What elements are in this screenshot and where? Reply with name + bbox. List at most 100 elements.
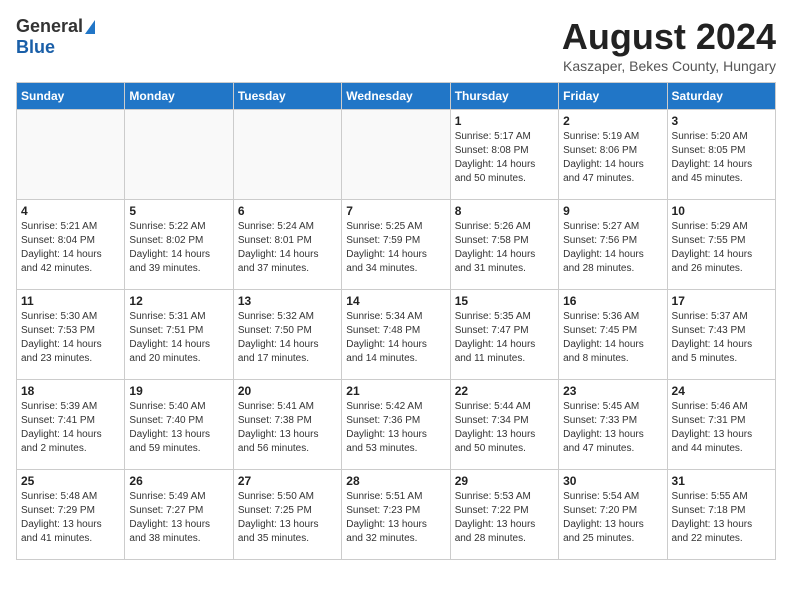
day-info: Sunrise: 5:40 AMSunset: 7:40 PMDaylight:…	[129, 400, 228, 456]
logo-triangle-icon	[85, 20, 95, 34]
column-header-monday: Monday	[125, 83, 233, 110]
logo-general: General	[16, 16, 83, 37]
calendar-cell: 24 Sunrise: 5:46 AMSunset: 7:31 PMDayligh…	[667, 380, 775, 470]
calendar-cell: 17 Sunrise: 5:37 AMSunset: 7:43 PMDayligh…	[667, 290, 775, 380]
day-number: 10	[672, 204, 771, 218]
day-info: Sunrise: 5:24 AMSunset: 8:01 PMDaylight:…	[238, 220, 337, 276]
day-info: Sunrise: 5:25 AMSunset: 7:59 PMDaylight:…	[346, 220, 445, 276]
day-info: Sunrise: 5:32 AMSunset: 7:50 PMDaylight:…	[238, 310, 337, 366]
calendar-cell: 3 Sunrise: 5:20 AMSunset: 8:05 PMDaylight…	[667, 110, 775, 200]
calendar-cell: 26 Sunrise: 5:49 AMSunset: 7:27 PMDayligh…	[125, 470, 233, 560]
day-number: 24	[672, 384, 771, 398]
calendar-cell	[233, 110, 341, 200]
calendar-cell: 15 Sunrise: 5:35 AMSunset: 7:47 PMDayligh…	[450, 290, 558, 380]
calendar-cell: 11 Sunrise: 5:30 AMSunset: 7:53 PMDayligh…	[17, 290, 125, 380]
day-info: Sunrise: 5:51 AMSunset: 7:23 PMDaylight:…	[346, 490, 445, 546]
month-title: August 2024	[562, 16, 776, 58]
day-info: Sunrise: 5:26 AMSunset: 7:58 PMDaylight:…	[455, 220, 554, 276]
day-info: Sunrise: 5:44 AMSunset: 7:34 PMDaylight:…	[455, 400, 554, 456]
calendar-week-1: 1 Sunrise: 5:17 AMSunset: 8:08 PMDaylight…	[17, 110, 776, 200]
day-number: 17	[672, 294, 771, 308]
calendar-cell: 18 Sunrise: 5:39 AMSunset: 7:41 PMDayligh…	[17, 380, 125, 470]
calendar-cell	[125, 110, 233, 200]
day-number: 15	[455, 294, 554, 308]
column-header-wednesday: Wednesday	[342, 83, 450, 110]
day-number: 3	[672, 114, 771, 128]
day-info: Sunrise: 5:30 AMSunset: 7:53 PMDaylight:…	[21, 310, 120, 366]
day-info: Sunrise: 5:46 AMSunset: 7:31 PMDaylight:…	[672, 400, 771, 456]
calendar-cell: 31 Sunrise: 5:55 AMSunset: 7:18 PMDayligh…	[667, 470, 775, 560]
calendar-cell: 28 Sunrise: 5:51 AMSunset: 7:23 PMDayligh…	[342, 470, 450, 560]
day-info: Sunrise: 5:35 AMSunset: 7:47 PMDaylight:…	[455, 310, 554, 366]
column-header-thursday: Thursday	[450, 83, 558, 110]
day-number: 16	[563, 294, 662, 308]
column-header-saturday: Saturday	[667, 83, 775, 110]
day-number: 23	[563, 384, 662, 398]
calendar-cell: 27 Sunrise: 5:50 AMSunset: 7:25 PMDayligh…	[233, 470, 341, 560]
day-info: Sunrise: 5:53 AMSunset: 7:22 PMDaylight:…	[455, 490, 554, 546]
day-number: 18	[21, 384, 120, 398]
day-info: Sunrise: 5:42 AMSunset: 7:36 PMDaylight:…	[346, 400, 445, 456]
calendar-cell: 20 Sunrise: 5:41 AMSunset: 7:38 PMDayligh…	[233, 380, 341, 470]
calendar-cell: 2Sunrise: 5:19 AMSunset: 8:06 PMDaylight…	[559, 110, 667, 200]
day-info: Sunrise: 5:45 AMSunset: 7:33 PMDaylight:…	[563, 400, 662, 456]
day-info: Sunrise: 5:48 AMSunset: 7:29 PMDaylight:…	[21, 490, 120, 546]
day-number: 13	[238, 294, 337, 308]
day-number: 12	[129, 294, 228, 308]
day-number: 9	[563, 204, 662, 218]
calendar-cell	[342, 110, 450, 200]
day-info: Sunrise: 5:34 AMSunset: 7:48 PMDaylight:…	[346, 310, 445, 366]
calendar-week-4: 18 Sunrise: 5:39 AMSunset: 7:41 PMDayligh…	[17, 380, 776, 470]
day-info: Sunrise: 5:41 AMSunset: 7:38 PMDaylight:…	[238, 400, 337, 456]
calendar-cell: 6Sunrise: 5:24 AMSunset: 8:01 PMDaylight…	[233, 200, 341, 290]
calendar-cell: 21 Sunrise: 5:42 AMSunset: 7:36 PMDayligh…	[342, 380, 450, 470]
day-number: 14	[346, 294, 445, 308]
calendar-week-2: 4 Sunrise: 5:21 AMSunset: 8:04 PMDaylight…	[17, 200, 776, 290]
day-number: 2	[563, 114, 662, 128]
column-header-sunday: Sunday	[17, 83, 125, 110]
column-header-friday: Friday	[559, 83, 667, 110]
day-number: 21	[346, 384, 445, 398]
calendar-cell	[17, 110, 125, 200]
calendar-cell: 1 Sunrise: 5:17 AMSunset: 8:08 PMDaylight…	[450, 110, 558, 200]
calendar-cell: 30Sunrise: 5:54 AMSunset: 7:20 PMDayligh…	[559, 470, 667, 560]
logo-blue: Blue	[16, 37, 55, 58]
day-number: 8	[455, 204, 554, 218]
day-info: Sunrise: 5:31 AMSunset: 7:51 PMDaylight:…	[129, 310, 228, 366]
day-info: Sunrise: 5:49 AMSunset: 7:27 PMDaylight:…	[129, 490, 228, 546]
day-info: Sunrise: 5:20 AMSunset: 8:05 PMDaylight:…	[672, 130, 771, 186]
calendar-week-3: 11 Sunrise: 5:30 AMSunset: 7:53 PMDayligh…	[17, 290, 776, 380]
page-header: General Blue August 2024 Kaszaper, Bekes…	[16, 16, 776, 74]
calendar-cell: 9Sunrise: 5:27 AMSunset: 7:56 PMDaylight…	[559, 200, 667, 290]
day-number: 31	[672, 474, 771, 488]
calendar-cell: 29Sunrise: 5:53 AMSunset: 7:22 PMDayligh…	[450, 470, 558, 560]
day-number: 28	[346, 474, 445, 488]
day-info: Sunrise: 5:39 AMSunset: 7:41 PMDaylight:…	[21, 400, 120, 456]
day-info: Sunrise: 5:21 AMSunset: 8:04 PMDaylight:…	[21, 220, 120, 276]
title-area: August 2024 Kaszaper, Bekes County, Hung…	[562, 16, 776, 74]
day-info: Sunrise: 5:29 AMSunset: 7:55 PMDaylight:…	[672, 220, 771, 276]
calendar-cell: 19Sunrise: 5:40 AMSunset: 7:40 PMDayligh…	[125, 380, 233, 470]
calendar-cell: 16Sunrise: 5:36 AMSunset: 7:45 PMDayligh…	[559, 290, 667, 380]
calendar-cell: 13 Sunrise: 5:32 AMSunset: 7:50 PMDayligh…	[233, 290, 341, 380]
day-number: 7	[346, 204, 445, 218]
day-info: Sunrise: 5:50 AMSunset: 7:25 PMDaylight:…	[238, 490, 337, 546]
day-info: Sunrise: 5:17 AMSunset: 8:08 PMDaylight:…	[455, 130, 554, 186]
day-number: 22	[455, 384, 554, 398]
calendar-cell: 25Sunrise: 5:48 AMSunset: 7:29 PMDayligh…	[17, 470, 125, 560]
day-number: 1	[455, 114, 554, 128]
day-info: Sunrise: 5:37 AMSunset: 7:43 PMDaylight:…	[672, 310, 771, 366]
day-info: Sunrise: 5:55 AMSunset: 7:18 PMDaylight:…	[672, 490, 771, 546]
calendar-cell: 14 Sunrise: 5:34 AMSunset: 7:48 PMDayligh…	[342, 290, 450, 380]
day-number: 11	[21, 294, 120, 308]
day-number: 4	[21, 204, 120, 218]
calendar-cell: 22 Sunrise: 5:44 AMSunset: 7:34 PMDayligh…	[450, 380, 558, 470]
day-info: Sunrise: 5:22 AMSunset: 8:02 PMDaylight:…	[129, 220, 228, 276]
day-number: 20	[238, 384, 337, 398]
day-number: 26	[129, 474, 228, 488]
day-number: 27	[238, 474, 337, 488]
calendar-cell: 23 Sunrise: 5:45 AMSunset: 7:33 PMDayligh…	[559, 380, 667, 470]
calendar-cell: 8 Sunrise: 5:26 AMSunset: 7:58 PMDaylight…	[450, 200, 558, 290]
day-number: 5	[129, 204, 228, 218]
calendar-cell: 12 Sunrise: 5:31 AMSunset: 7:51 PMDayligh…	[125, 290, 233, 380]
